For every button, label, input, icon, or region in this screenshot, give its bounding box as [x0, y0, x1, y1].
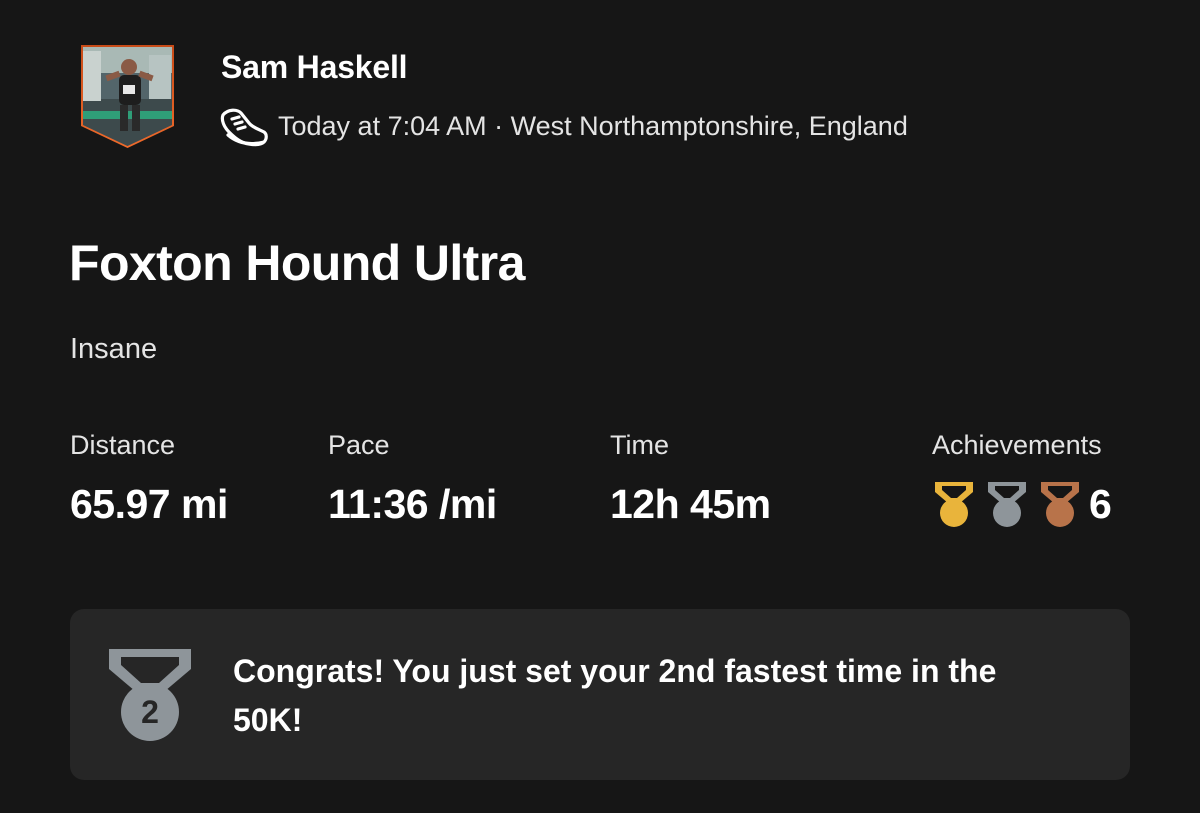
congrats-message: Congrats! You just set your 2nd fastest …: [233, 653, 997, 738]
stat-distance-label: Distance: [70, 430, 176, 460]
achievement-medals[interactable]: 6: [932, 478, 1112, 530]
congrats-card[interactable]: 2 Congrats! You just set your 2nd fastes…: [70, 609, 1130, 780]
silver-medal-icon: [988, 482, 1026, 527]
stat-distance-value: 65.97 mi: [70, 481, 228, 527]
activity-description: Insane: [70, 333, 158, 365]
stat-pace: Pace 11:36 /mi: [328, 426, 497, 530]
stat-time: Time 12h 45m: [610, 426, 771, 530]
stat-achievements-label: Achievements: [932, 430, 1102, 460]
activity-meta: Today at 7:04 AM · West Northamptonshire…: [219, 104, 908, 148]
second-place-medal-icon: 2: [109, 649, 191, 741]
gold-medal-icon: [935, 482, 973, 527]
stat-pace-label: Pace: [328, 430, 390, 460]
stat-time-label: Time: [610, 430, 669, 460]
activity-date-location: Today at 7:04 AM · West Northamptonshire…: [278, 110, 908, 141]
athlete-name[interactable]: Sam Haskell: [221, 48, 408, 86]
activity-title[interactable]: Foxton Hound Ultra: [69, 233, 525, 293]
stat-distance: Distance 65.97 mi: [70, 426, 228, 530]
athlete-avatar[interactable]: [79, 43, 176, 149]
medal-rank-text: 2: [141, 694, 159, 730]
bronze-medal-icon: [1041, 482, 1079, 527]
stat-achievements[interactable]: Achievements 6: [932, 426, 1112, 530]
stat-pace-value: 11:36 /mi: [328, 481, 497, 527]
achievement-count: 6: [1089, 481, 1112, 527]
running-shoe-icon: [220, 108, 268, 147]
stat-time-value: 12h 45m: [610, 481, 771, 527]
